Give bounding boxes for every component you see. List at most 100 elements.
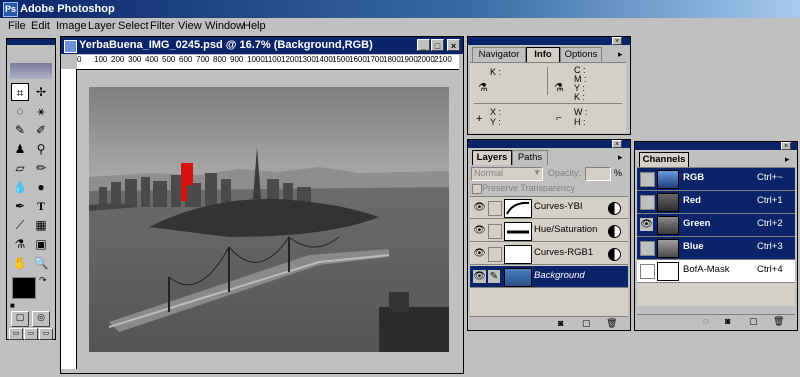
type-icon[interactable]: T <box>32 197 50 215</box>
trash-icon[interactable]: 🗑 <box>606 318 617 329</box>
menu-select[interactable]: Select <box>118 20 149 32</box>
layer-row[interactable]: 👁 Curves-RGB1 <box>470 243 628 265</box>
panel-close-button[interactable]: × <box>612 37 622 45</box>
ruler-tick: 1700 <box>366 55 384 64</box>
history-brush-icon[interactable]: ⚲ <box>32 140 50 158</box>
eyedropper-cmyk-icon: ⚗ <box>554 82 564 94</box>
eye-icon[interactable] <box>640 264 655 279</box>
menu-view[interactable]: View <box>178 20 202 32</box>
adobe-eye-icon[interactable] <box>10 63 52 79</box>
tab-info[interactable]: Info <box>526 47 560 62</box>
layer-row[interactable]: 👁 Hue/Saturation <box>470 220 628 242</box>
eye-icon[interactable]: 👁 <box>473 224 486 237</box>
close-button[interactable]: × <box>447 39 460 51</box>
menu-edit[interactable]: Edit <box>31 20 50 32</box>
menu-image[interactable]: Image <box>56 20 87 32</box>
tab-navigator[interactable]: Navigator <box>472 47 526 62</box>
channel-row[interactable]: BofA-Mask Ctrl+4 <box>637 260 795 283</box>
panel-close-button[interactable]: × <box>612 140 622 148</box>
link-slot[interactable] <box>488 201 502 216</box>
eraser-icon[interactable]: ▱ <box>11 159 29 177</box>
adjustment-layer-icon <box>608 225 621 238</box>
eye-icon[interactable]: 👁 <box>473 201 486 214</box>
save-selection-icon[interactable]: ◙ <box>725 316 730 326</box>
eye-icon[interactable]: 👁 <box>640 218 653 231</box>
new-layer-icon[interactable]: ▢ <box>582 318 591 329</box>
eye-icon[interactable]: 👁 <box>473 270 486 283</box>
standard-mode-icon[interactable]: ▢ <box>11 311 29 327</box>
trash-icon[interactable]: 🗑 <box>773 316 784 327</box>
menu-layer[interactable]: Layer <box>88 20 116 32</box>
pen-icon[interactable]: ✒ <box>11 197 29 215</box>
move-icon[interactable]: ✢ <box>32 83 50 101</box>
eye-icon[interactable] <box>640 195 655 210</box>
image-canvas[interactable] <box>89 87 449 352</box>
menu-file[interactable]: File <box>8 20 26 32</box>
maximize-button[interactable]: □ <box>431 39 444 51</box>
menu-help[interactable]: Help <box>243 20 266 32</box>
pencil-icon[interactable]: ✏ <box>32 159 50 177</box>
panel-menu-arrow-icon[interactable]: ▸ <box>618 152 623 163</box>
swap-colors-icon[interactable]: ↷ <box>39 275 47 286</box>
opacity-field[interactable] <box>585 167 611 181</box>
layer-row[interactable]: 👁 Curves-YBI <box>470 197 628 219</box>
tab-layers[interactable]: Layers <box>472 150 512 165</box>
ruler-tick: 700 <box>196 55 210 64</box>
screen-mode-standard-icon[interactable]: ▭ <box>9 328 23 340</box>
tab-channels[interactable]: Channels <box>639 152 689 167</box>
gradient-icon[interactable]: ▦ <box>32 216 50 234</box>
add-mask-icon[interactable]: ◙ <box>558 318 563 328</box>
airbrush-icon[interactable]: ✎ <box>11 121 29 139</box>
zoom-icon[interactable]: 🔍 <box>32 254 50 272</box>
opacity-unit: % <box>614 168 623 178</box>
tab-options[interactable]: Options <box>560 47 602 62</box>
channel-row[interactable]: RGB Ctrl+~ <box>637 168 795 191</box>
hand-icon[interactable]: ✋ <box>11 254 29 272</box>
panel-close-button[interactable]: × <box>781 142 791 150</box>
channel-row[interactable]: Red Ctrl+1 <box>637 191 795 214</box>
eyedropper-icon[interactable]: ⚗ <box>11 235 29 253</box>
preserve-transparency-checkbox[interactable] <box>472 184 482 194</box>
toolbox-titlebar[interactable] <box>7 39 55 45</box>
document-titlebar[interactable]: YerbaBuena_IMG_0245.psd @ 16.7% (Backgro… <box>61 37 463 54</box>
paint-bucket-icon[interactable]: ▣ <box>32 235 50 253</box>
layers-panel-titlebar[interactable] <box>468 140 630 148</box>
screen-mode-full-icon[interactable]: ▭ <box>39 328 53 340</box>
channels-panel-titlebar[interactable] <box>635 142 797 150</box>
eye-icon[interactable]: 👁 <box>473 247 486 260</box>
panel-menu-arrow-icon[interactable]: ▸ <box>618 49 623 60</box>
info-panel-titlebar[interactable] <box>468 37 630 45</box>
vertical-ruler <box>61 69 77 369</box>
menu-window[interactable]: Window <box>205 20 244 32</box>
dodge-icon[interactable]: ● <box>32 178 50 196</box>
document-icon <box>64 40 77 53</box>
default-colors-icon[interactable]: ■ <box>10 301 15 310</box>
eye-icon[interactable] <box>640 241 655 256</box>
blend-mode-value: Normal <box>474 168 504 178</box>
blur-icon[interactable]: 💧 <box>11 178 29 196</box>
panel-menu-arrow-icon[interactable]: ▸ <box>785 154 790 165</box>
crop-icon[interactable]: ⌗ <box>11 83 29 101</box>
link-slot[interactable] <box>488 224 502 239</box>
load-selection-icon[interactable]: ◌ <box>703 316 708 326</box>
layer-thumbnail <box>504 245 532 264</box>
magic-wand-icon[interactable]: ⚹ <box>32 102 50 120</box>
quick-mask-icon[interactable]: ◎ <box>32 311 50 327</box>
ruler-tick: 400 <box>145 55 159 64</box>
measure-icon[interactable]: ⟋ <box>11 216 29 234</box>
channel-row[interactable]: Blue Ctrl+3 <box>637 237 795 260</box>
blend-mode-select[interactable]: Normal ▼ <box>471 167 543 181</box>
brush-icon[interactable]: ✐ <box>32 121 50 139</box>
lasso-icon[interactable]: ◌ <box>11 102 29 120</box>
eye-icon[interactable] <box>640 172 655 187</box>
foreground-color-swatch[interactable] <box>12 277 36 299</box>
stamp-icon[interactable]: ♟ <box>11 140 29 158</box>
link-slot[interactable] <box>488 247 502 262</box>
channel-row[interactable]: 👁 Green Ctrl+2 <box>637 214 795 237</box>
new-channel-icon[interactable]: ▢ <box>749 316 758 327</box>
minimize-button[interactable]: _ <box>417 39 430 51</box>
screen-mode-full-menu-icon[interactable]: ▭ <box>24 328 38 340</box>
layer-row-selected[interactable]: 👁 ✎ Background <box>470 266 628 288</box>
tab-paths[interactable]: Paths <box>512 150 548 165</box>
menu-filter[interactable]: Filter <box>150 20 174 32</box>
